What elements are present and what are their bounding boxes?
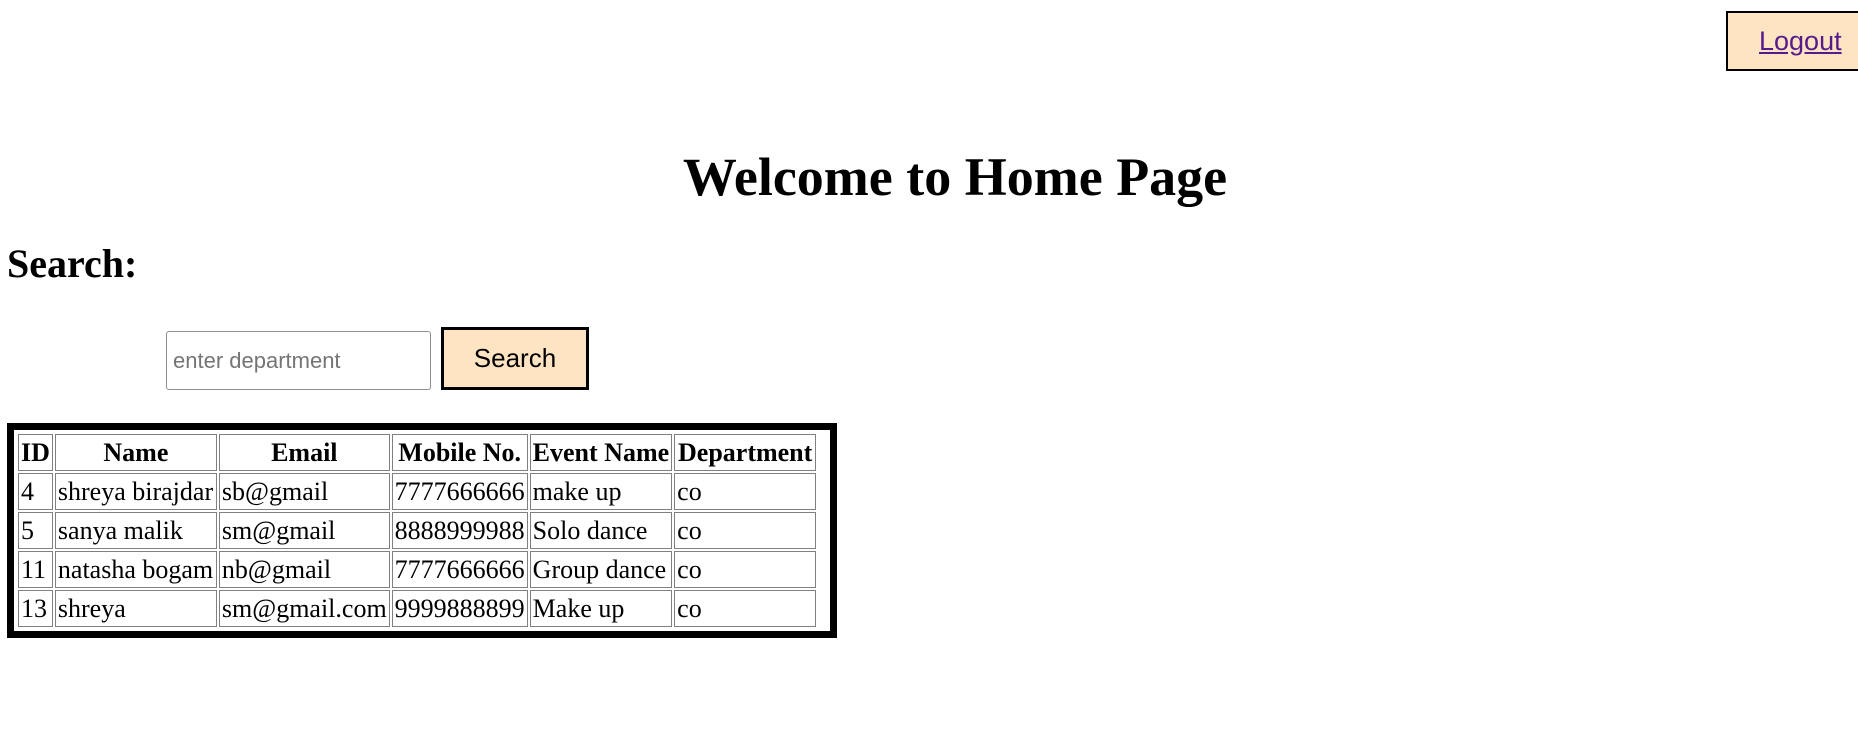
cell-department: co [674, 473, 817, 510]
cell-name: sanya malik [54, 512, 217, 549]
table-row: 11 natasha bogam nb@gmail 7777666666 Gro… [18, 551, 817, 588]
cell-id: 13 [18, 590, 53, 627]
cell-id: 11 [18, 551, 53, 588]
results-table-container: ID Name Email Mobile No. Event Name Depa… [7, 423, 837, 638]
column-header-mobile: Mobile No. [391, 434, 528, 471]
page-title: Welcome to Home Page [682, 147, 1228, 207]
cell-mobile: 9999888899 [391, 590, 528, 627]
home-page: Logout Welcome to Home Page Search: Sear… [0, 0, 1858, 750]
table-header-row: ID Name Email Mobile No. Event Name Depa… [18, 434, 817, 471]
cell-mobile: 7777666666 [391, 551, 528, 588]
column-header-id: ID [18, 434, 53, 471]
table-row: 4 shreya birajdar sb@gmail 7777666666 ma… [18, 473, 817, 510]
cell-department: co [674, 551, 817, 588]
cell-department: co [674, 512, 817, 549]
logout-container: Logout [1726, 11, 1858, 71]
logout-link[interactable]: Logout [1759, 26, 1842, 57]
results-table: ID Name Email Mobile No. Event Name Depa… [16, 432, 818, 629]
column-header-email: Email [218, 434, 390, 471]
column-header-name: Name [54, 434, 217, 471]
search-heading: Search: [7, 241, 138, 286]
search-button[interactable]: Search [441, 327, 589, 390]
table-row: 13 shreya sm@gmail.com 9999888899 Make u… [18, 590, 817, 627]
cell-name: shreya [54, 590, 217, 627]
cell-department: co [674, 590, 817, 627]
cell-event-name: Solo dance [529, 512, 673, 549]
cell-event-name: Group dance [529, 551, 673, 588]
cell-mobile: 7777666666 [391, 473, 528, 510]
cell-id: 4 [18, 473, 53, 510]
cell-id: 5 [18, 512, 53, 549]
column-header-department: Department [674, 434, 817, 471]
cell-email: sm@gmail.com [218, 590, 390, 627]
cell-name: shreya birajdar [54, 473, 217, 510]
cell-mobile: 8888999988 [391, 512, 528, 549]
table-row: 5 sanya malik sm@gmail 8888999988 Solo d… [18, 512, 817, 549]
cell-event-name: Make up [529, 590, 673, 627]
column-header-event-name: Event Name [529, 434, 673, 471]
cell-email: nb@gmail [218, 551, 390, 588]
cell-email: sm@gmail [218, 512, 390, 549]
cell-name: natasha bogam [54, 551, 217, 588]
department-search-input[interactable] [166, 331, 431, 390]
cell-event-name: make up [529, 473, 673, 510]
cell-email: sb@gmail [218, 473, 390, 510]
